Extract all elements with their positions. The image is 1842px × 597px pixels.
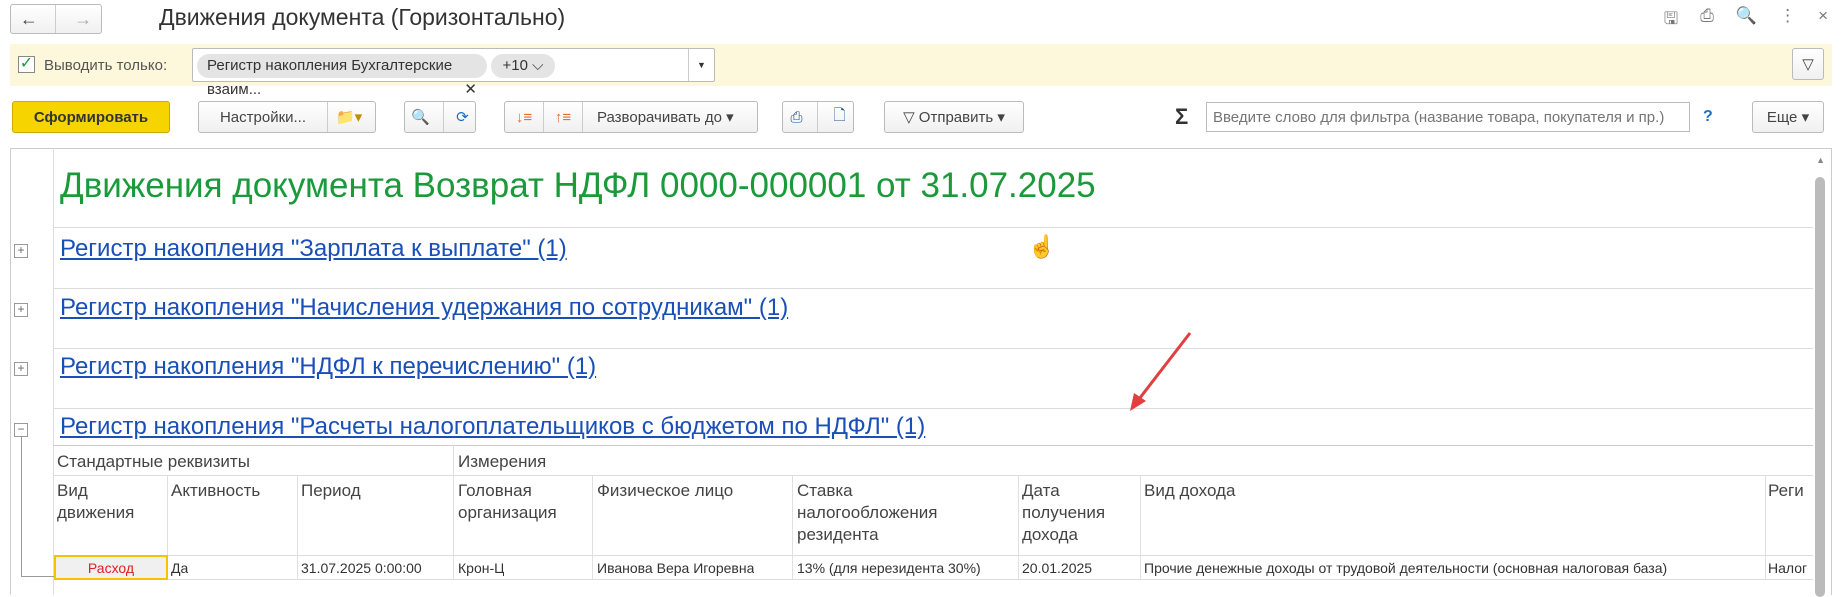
window-controls: 🖫 ⎙ 🔍 ⋮ ×	[1664, 6, 1828, 35]
register-link[interactable]: Регистр накопления "Начисления удержания…	[60, 294, 788, 322]
print-preview-icon[interactable]: 🗋	[833, 105, 845, 130]
expand-all-icon[interactable]: ↓≡	[505, 109, 543, 126]
more-vert-icon[interactable]: ⋮	[1779, 6, 1796, 35]
expand-icon[interactable]: +	[14, 303, 28, 317]
column-header: Реги	[1768, 481, 1804, 500]
filter-tag[interactable]: Регистр накопления Бухгалтерские взаим..…	[197, 54, 487, 98]
search-refresh-icon[interactable]: ⟳	[456, 108, 469, 126]
table-cell[interactable]: Иванова Вера Игоревна	[597, 557, 754, 579]
close-icon[interactable]: ×	[1818, 6, 1828, 35]
table-cell[interactable]: 20.01.2025	[1022, 557, 1092, 579]
generate-button[interactable]: Сформировать	[12, 101, 170, 133]
collapse-icon[interactable]: −	[14, 423, 28, 437]
print-icon[interactable]: ⎙	[1700, 6, 1714, 35]
scroll-up-icon[interactable]: ▲	[1816, 155, 1825, 165]
save-icon[interactable]: 🖫	[1664, 6, 1678, 35]
help-link[interactable]: ?	[1703, 108, 1713, 126]
filter-bar: ✓ Выводить только: Регистр накопления Бу…	[10, 44, 1832, 98]
send-button[interactable]: ▽ Отправить ▾	[884, 101, 1024, 133]
forward-icon[interactable]: →	[74, 9, 92, 30]
expand-icon[interactable]: +	[14, 362, 28, 376]
scrollbar[interactable]	[1815, 177, 1825, 597]
more-button[interactable]: Еще ▾	[1752, 101, 1824, 133]
column-header: Головная организация	[458, 481, 557, 522]
expand-to-label: Разворачивать до	[597, 109, 723, 126]
search-icon[interactable]: 🔍	[411, 108, 430, 126]
search-group: 🔍 ⟳	[404, 101, 476, 133]
variants-icon[interactable]: 📁▾	[328, 108, 362, 126]
register-link[interactable]: Регистр накопления "Зарплата к выплате" …	[60, 235, 567, 263]
table-cell[interactable]: Да	[171, 557, 188, 579]
print-icon[interactable]: ⎙	[790, 109, 802, 126]
settings-group: Настройки... 📁▾	[198, 101, 376, 133]
column-header: Физическое лицо	[597, 481, 734, 500]
group-header: Измерения	[458, 452, 547, 471]
expand-to-button[interactable]: Разворачивать до ▾	[583, 108, 734, 126]
column-header: Дата получения дохода	[1022, 481, 1106, 544]
more-label: Еще	[1766, 108, 1798, 126]
preview-icon[interactable]: 🔍	[1736, 6, 1757, 35]
report-heading: Движения документа Возврат НДФЛ 0000-000…	[60, 166, 1096, 205]
filter-tag-label: Регистр накопления Бухгалтерские взаим..…	[207, 57, 453, 98]
table-cell-movement[interactable]: Расход	[54, 555, 168, 580]
column-header: Вид дохода	[1144, 481, 1236, 500]
filter-button[interactable]: ▽	[1792, 48, 1824, 80]
group-header: Стандартные реквизиты	[57, 452, 250, 471]
column-header: Период	[301, 481, 361, 500]
table-cell[interactable]: Крон-Ц	[458, 557, 504, 579]
back-icon[interactable]: ←	[20, 9, 38, 30]
expand-icon[interactable]: +	[14, 244, 28, 258]
register-link[interactable]: Регистр накопления "НДФЛ к перечислению"…	[60, 353, 596, 381]
window-title: Движения документа (Горизонтально)	[159, 4, 566, 30]
register-link[interactable]: Регистр накопления "Расчеты налогоплател…	[60, 413, 925, 441]
print-group: ⎙ 🗋	[782, 101, 854, 133]
tree-line	[21, 437, 55, 577]
send-icon: ▽	[903, 109, 919, 126]
remove-tag-icon[interactable]: ✕	[464, 78, 477, 102]
send-label: Отправить	[918, 108, 994, 126]
filter-more-count: +10	[502, 57, 528, 74]
annotation-arrow	[1130, 332, 1192, 411]
sum-icon[interactable]: Σ	[1175, 104, 1188, 130]
table-cell[interactable]: 31.07.2025 0:00:00	[301, 557, 422, 579]
table-cell[interactable]: Прочие денежные доходы от трудовой деяте…	[1144, 557, 1762, 579]
column-header: Вид движения	[57, 481, 135, 522]
table-cell[interactable]: Налог	[1768, 557, 1810, 579]
column-header: Ставка налогообложения резидента	[797, 481, 938, 544]
divider	[55, 5, 57, 33]
hand-cursor-icon: ☝	[1028, 234, 1056, 259]
expand-group: ↓≡ ↑≡ Разворачивать до ▾	[504, 101, 758, 133]
filter-checkbox[interactable]: ✓	[18, 56, 35, 73]
table-cell[interactable]: 13% (для нерезидента 30%)	[797, 557, 981, 579]
filter-label: Выводить только:	[44, 57, 168, 74]
funnel-icon: ▽	[1802, 56, 1814, 73]
search-input[interactable]	[1206, 102, 1690, 132]
filter-more-tag[interactable]: +10 ⌵	[491, 54, 555, 78]
filter-dropdown[interactable]: ▼	[688, 49, 714, 81]
filter-field[interactable]: Регистр накопления Бухгалтерские взаим..…	[192, 48, 715, 98]
collapse-all-icon[interactable]: ↑≡	[544, 109, 582, 126]
settings-button[interactable]: Настройки...	[199, 109, 327, 126]
back-forward-buttons: ← →	[10, 4, 102, 34]
column-header: Активность	[171, 481, 261, 500]
